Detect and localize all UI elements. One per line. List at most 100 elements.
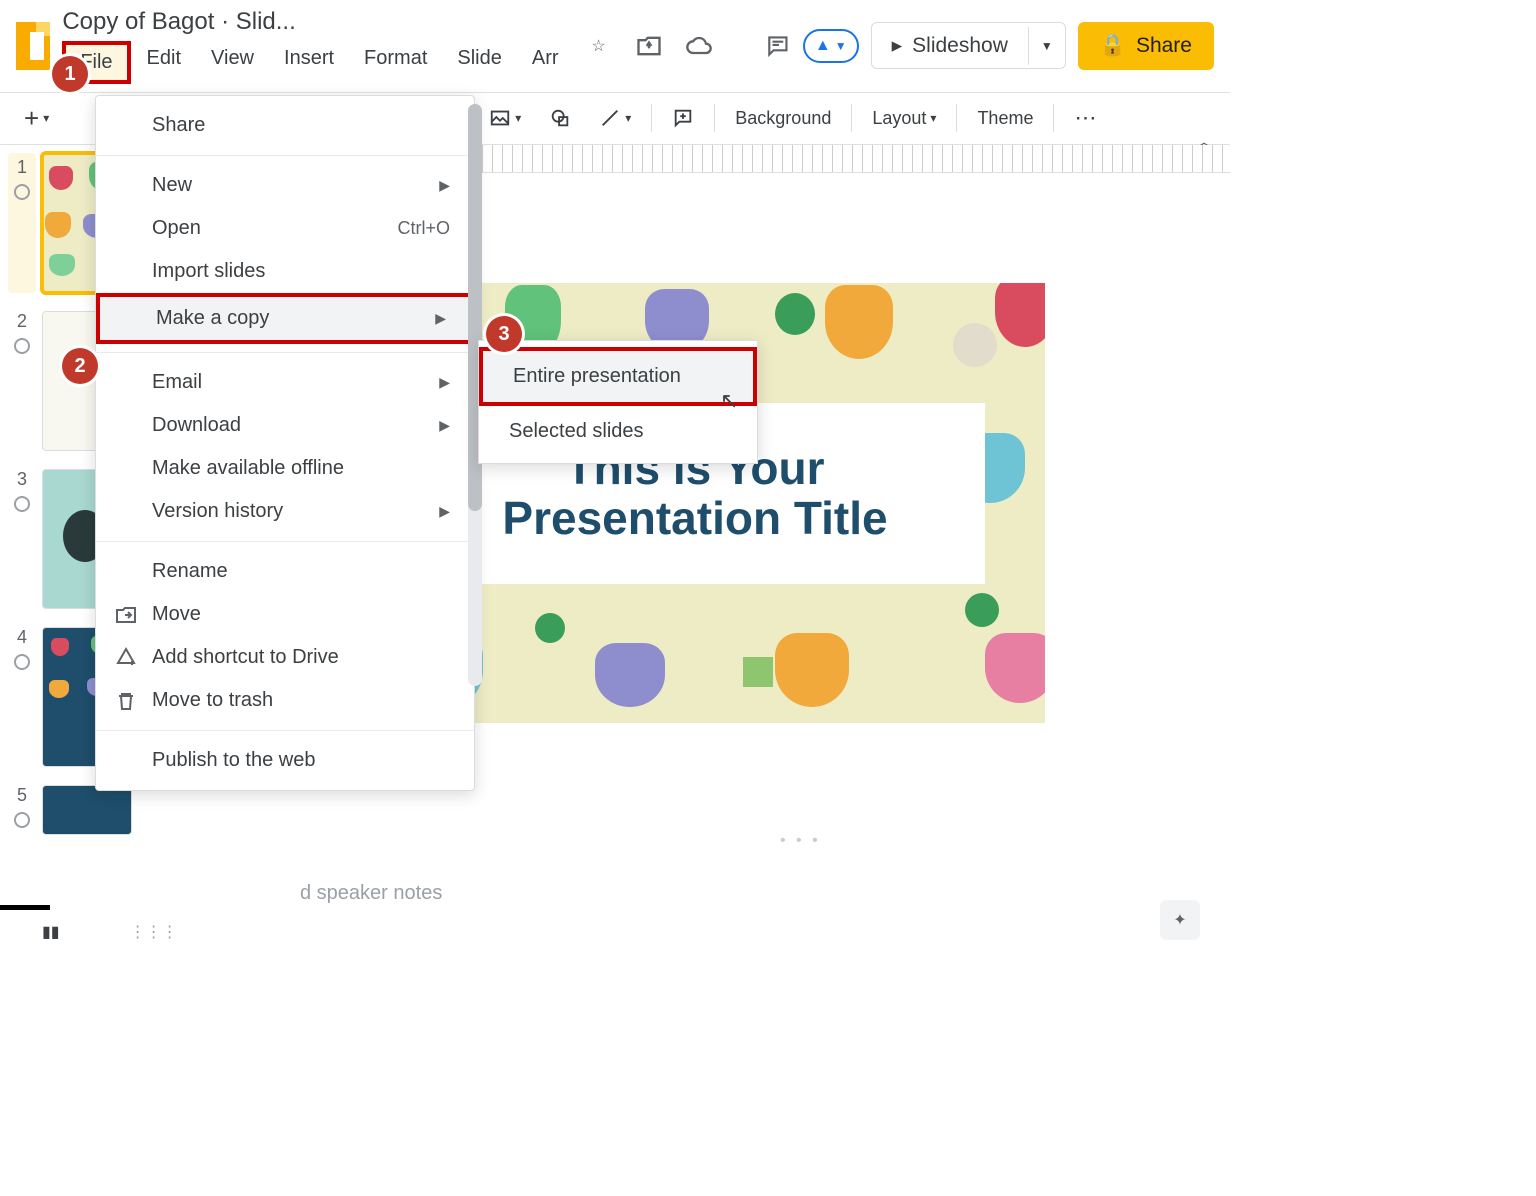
resize-grip-icon[interactable]: • • • [780, 832, 821, 850]
background-button[interactable]: Background [727, 104, 839, 133]
lock-icon: 🔒 [1100, 34, 1126, 58]
file-version-history[interactable]: Version history ▶ [96, 490, 474, 533]
header: Copy of Bagot · Slid... File Edit View I… [0, 0, 1230, 92]
slideshow-label: Slideshow [912, 34, 1008, 58]
more-options-button[interactable]: ⋯ [1066, 101, 1106, 135]
speaker-notes-placeholder[interactable]: d speaker notes [300, 882, 442, 905]
link-icon [14, 654, 30, 670]
file-email[interactable]: Email ▶ [96, 361, 474, 404]
theme-button[interactable]: Theme [969, 104, 1041, 133]
annotation-badge-1: 1 [52, 56, 88, 92]
cursor-icon: ↖ [720, 388, 738, 414]
menu-format[interactable]: Format [350, 41, 441, 84]
file-open[interactable]: Open Ctrl+O [96, 207, 474, 250]
layout-label: Layout [872, 108, 926, 129]
shape-button[interactable] [541, 103, 579, 133]
file-import-slides[interactable]: Import slides [96, 250, 474, 293]
trash-icon [114, 689, 138, 713]
slideshow-dropdown[interactable]: ▼ [1028, 27, 1065, 65]
file-share[interactable]: Share [96, 104, 474, 147]
file-version-label: Version history [152, 500, 283, 523]
file-move-to-trash[interactable]: Move to trash [96, 679, 474, 722]
link-icon [14, 812, 30, 828]
star-icon[interactable]: ☆ [585, 32, 613, 60]
link-icon [14, 338, 30, 354]
menubar: File Edit View Insert Format Slide Arr [62, 41, 572, 84]
filmstrip-view-icon[interactable]: ⋮⋮⋮ [130, 922, 178, 942]
file-rename-label: Rename [152, 560, 228, 583]
file-new[interactable]: New ▶ [96, 164, 474, 207]
chevron-down-icon: ▼ [835, 39, 847, 53]
submenu-arrow-icon: ▶ [435, 310, 446, 327]
new-slide-button[interactable]: + ▾ [16, 99, 57, 138]
submenu-arrow-icon: ▶ [439, 374, 450, 391]
play-icon: ▸ [892, 33, 903, 58]
scroll-indicator [0, 905, 50, 910]
link-icon [14, 496, 30, 512]
slide-thumb-5[interactable] [42, 785, 132, 835]
submenu-arrow-icon: ▶ [439, 503, 450, 520]
share-label: Share [1136, 34, 1192, 58]
file-trash-label: Move to trash [152, 689, 273, 712]
slide-number: 3 [8, 469, 36, 490]
layout-button[interactable]: Layout▾ [864, 104, 944, 133]
file-rename[interactable]: Rename [96, 550, 474, 593]
annotation-badge-2: 2 [62, 348, 98, 384]
chevron-down-icon: ▼ [1041, 39, 1053, 53]
comment-add-button[interactable] [664, 103, 702, 133]
file-make-a-copy[interactable]: Make a copy ▶ [96, 293, 474, 344]
present-dropdown-button[interactable]: ▲ ▼ [803, 29, 859, 63]
menu-arrange[interactable]: Arr [518, 41, 573, 84]
menu-slide[interactable]: Slide [443, 41, 515, 84]
slideshow-button-group: ▸ Slideshow ▼ [871, 22, 1066, 69]
slide-number: 1 [8, 157, 36, 178]
file-publish-label: Publish to the web [152, 749, 315, 772]
link-icon [14, 184, 30, 200]
file-shortcut-label: Add shortcut to Drive [152, 646, 339, 669]
file-publish-to-web[interactable]: Publish to the web [96, 739, 474, 782]
file-make-copy-label: Make a copy [156, 307, 269, 330]
submenu-arrow-icon: ▶ [439, 177, 450, 194]
file-open-label: Open [152, 217, 201, 240]
file-download[interactable]: Download▶ [96, 404, 474, 447]
submenu-selected-label: Selected slides [509, 420, 644, 442]
menu-insert[interactable]: Insert [270, 41, 348, 84]
submenu-entire-label: Entire presentation [513, 365, 681, 387]
file-share-label: Share [152, 114, 205, 137]
file-import-label: Import slides [152, 260, 265, 283]
file-add-shortcut[interactable]: Add shortcut to Drive [96, 636, 474, 679]
menu-view[interactable]: View [197, 41, 268, 84]
slide-number: 4 [8, 627, 36, 648]
comments-icon[interactable] [765, 28, 791, 64]
file-offline-label: Make available offline [152, 457, 344, 480]
explore-button[interactable]: ✦ [1160, 900, 1200, 940]
annotation-badge-3: 3 [486, 316, 522, 352]
share-button[interactable]: 🔒 Share [1078, 22, 1214, 70]
submenu-selected-slides[interactable]: Selected slides [479, 406, 757, 457]
file-move[interactable]: Move [96, 593, 474, 636]
file-menu-dropdown: Share New ▶ Open Ctrl+O Import slides Make… [95, 95, 475, 791]
cloud-status-icon[interactable] [685, 32, 713, 60]
menu-edit[interactable]: Edit [133, 41, 195, 84]
grid-view-icon[interactable]: ▮▮ [42, 922, 60, 942]
move-to-drive-icon[interactable] [635, 32, 663, 60]
file-download-label: Download [152, 414, 241, 437]
move-icon [114, 603, 138, 627]
app-window: Copy of Bagot · Slid... File Edit View I… [0, 0, 1230, 960]
document-title[interactable]: Copy of Bagot · Slid... [62, 8, 572, 37]
submenu-entire-presentation[interactable]: Entire presentation [479, 347, 757, 406]
slide-number: 2 [8, 311, 36, 332]
file-make-available-offline[interactable]: Make available offline [96, 447, 474, 490]
drive-shortcut-icon [114, 646, 138, 670]
open-shortcut: Ctrl+O [397, 218, 450, 239]
slide-number: 5 [8, 785, 36, 806]
file-move-label: Move [152, 603, 201, 626]
line-button[interactable]: ▾ [591, 103, 639, 133]
make-copy-submenu: Entire presentation Selected slides [478, 340, 758, 464]
file-email-label: Email [152, 371, 202, 394]
slides-logo-icon[interactable] [16, 22, 50, 70]
file-new-label: New [152, 174, 192, 197]
present-up-icon: ▲ [815, 37, 831, 55]
image-button[interactable]: ▾ [481, 103, 529, 133]
slideshow-button[interactable]: ▸ Slideshow [872, 23, 1028, 68]
